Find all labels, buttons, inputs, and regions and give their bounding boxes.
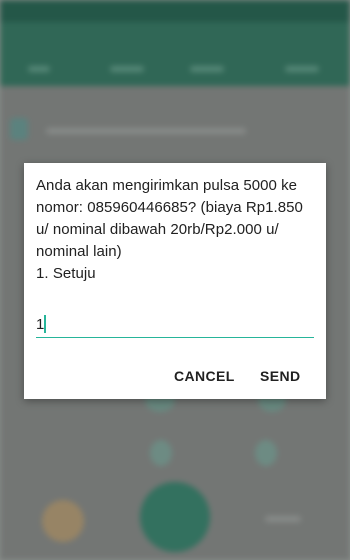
send-button[interactable]: SEND xyxy=(260,368,301,384)
cancel-button[interactable]: CANCEL xyxy=(174,368,235,384)
dialog-message: Anda akan mengirimkan pulsa 5000 ke nomo… xyxy=(36,177,303,282)
input-underline xyxy=(36,337,314,338)
text-cursor xyxy=(44,315,46,333)
ussd-dialog: Anda akan mengirimkan pulsa 5000 ke nomo… xyxy=(24,163,326,399)
reply-input[interactable]: 1 xyxy=(36,313,314,339)
